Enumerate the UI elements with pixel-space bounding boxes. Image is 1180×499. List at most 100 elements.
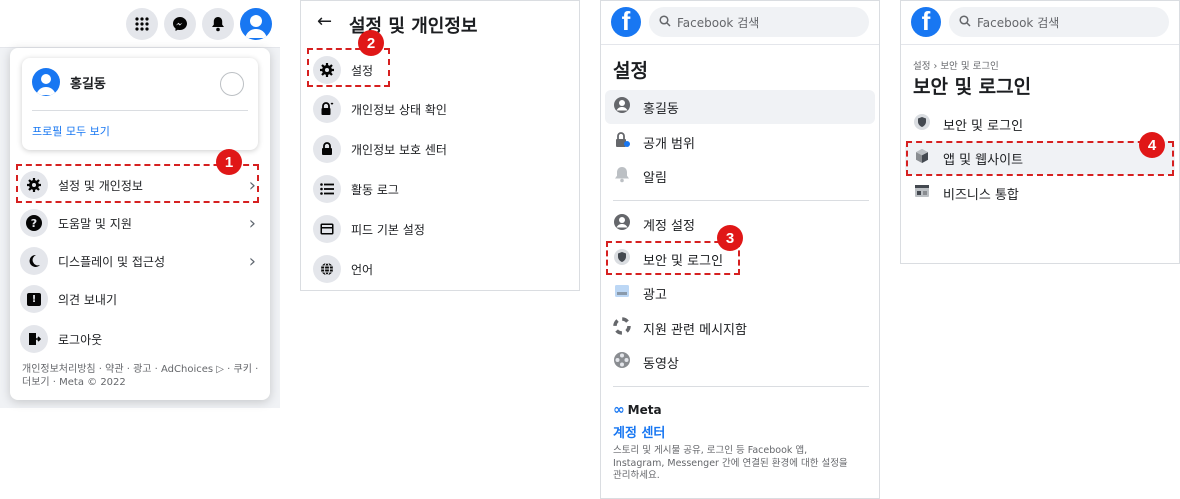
shield-icon	[913, 113, 931, 135]
security-item-security-login[interactable]: 보안 및 로그인	[905, 107, 1175, 141]
section-divider	[613, 386, 869, 387]
menu-item-label: 로그아웃	[58, 332, 103, 347]
settings-item-label: 홍길동	[643, 101, 679, 117]
person-icon	[613, 96, 631, 118]
see-all-profiles-link[interactable]: 프로필 모두 보기	[32, 123, 110, 139]
search-input[interactable]: Facebook 검색	[649, 7, 869, 37]
search-icon	[659, 14, 671, 30]
logout-icon	[20, 325, 48, 353]
description-line: 관리하세요.	[613, 470, 660, 481]
step-badge-4: 4	[1139, 132, 1165, 158]
menu-item-language[interactable]: 언어	[313, 252, 373, 286]
menu-item-label: 의견 보내기	[58, 292, 118, 307]
list-icon	[313, 175, 341, 203]
settings-item-label: 계정 설정	[643, 218, 695, 234]
chevron-right-icon: ›	[248, 212, 256, 234]
panel-settings-privacy: ← 설정 및 개인정보 설정 개인정보 상태 확인 개인정보 보호 센터 활동 …	[300, 0, 580, 291]
menu-item-feed-preferences[interactable]: 피드 기본 설정	[313, 212, 425, 246]
profile-row[interactable]: 홍길동	[32, 68, 106, 96]
settings-item-label: 동영상	[643, 356, 679, 372]
search-input[interactable]: Facebook 검색	[949, 7, 1169, 37]
menu-item-activity-log[interactable]: 활동 로그	[313, 172, 399, 206]
section-divider	[613, 200, 869, 201]
lock-heart-icon	[313, 95, 341, 123]
lifebuoy-icon	[613, 317, 631, 339]
security-item-label: 비즈니스 통합	[943, 187, 1019, 203]
footer-links: 개인정보처리방침 · 약관 · 광고 · AdChoices ▷ · 쿠키 · …	[22, 363, 258, 389]
panel-account-menu: 홍길동 프로필 모두 보기 설정 및 개인정보 › ? 도움말 및 지원 › 디…	[0, 0, 280, 408]
menu-item-logout[interactable]: 로그아웃	[20, 322, 260, 356]
film-reel-icon	[613, 351, 631, 373]
profile-avatar-button[interactable]	[240, 8, 272, 40]
panel-security-login: f Facebook 검색 설정 › 보안 및 로그인 보안 및 로그인 보안 …	[900, 0, 1180, 264]
settings-item-profile[interactable]: 홍길동	[605, 90, 875, 124]
notification-bell-icon[interactable]	[202, 8, 234, 40]
chevron-right-icon: ›	[248, 250, 256, 272]
meta-logo: ∞ Meta	[613, 402, 662, 418]
security-item-label: 보안 및 로그인	[943, 118, 1024, 134]
profile-name: 홍길동	[70, 76, 106, 92]
settings-item-audience[interactable]: 공개 범위	[605, 125, 875, 159]
settings-item-label: 광고	[643, 287, 667, 303]
business-integration-icon	[913, 182, 931, 204]
step-badge-1: 1	[216, 149, 242, 175]
settings-item-notifications[interactable]: 알림	[605, 159, 875, 193]
lock-person-icon	[613, 131, 631, 153]
menu-item-label: 개인정보 보호 센터	[351, 142, 447, 157]
moon-icon	[20, 247, 48, 275]
menu-item-label: 개인정보 상태 확인	[351, 102, 447, 117]
menu-item-label: 활동 로그	[351, 182, 399, 197]
settings-item-label: 알림	[643, 170, 667, 186]
facebook-logo-icon[interactable]: f	[911, 7, 941, 37]
menu-item-label: 언어	[351, 262, 374, 277]
settings-item-ads[interactable]: 광고	[605, 276, 875, 310]
feedback-icon: !	[20, 285, 48, 313]
step-badge-3: 3	[717, 225, 743, 251]
menu-item-label: 피드 기본 설정	[351, 222, 425, 237]
lock-icon	[313, 135, 341, 163]
search-placeholder: Facebook 검색	[677, 15, 760, 30]
highlight-apps-websites	[906, 141, 1174, 176]
menu-item-help-support[interactable]: ? 도움말 및 지원 ›	[20, 206, 260, 240]
menu-item-privacy-center[interactable]: 개인정보 보호 센터	[313, 132, 447, 166]
search-icon	[959, 14, 971, 30]
security-item-business-integrations[interactable]: 비즈니스 통합	[905, 176, 1175, 210]
settings-item-support-inbox[interactable]: 지원 관련 메시지함	[605, 311, 875, 345]
meta-infinity-icon: ∞	[613, 402, 625, 418]
settings-item-label: 지원 관련 메시지함	[643, 322, 747, 338]
messenger-icon[interactable]	[164, 8, 196, 40]
profile-card-divider	[32, 110, 248, 111]
menu-item-privacy-checkup[interactable]: 개인정보 상태 확인	[313, 92, 447, 126]
menu-item-label: 디스플레이 및 접근성	[58, 254, 165, 269]
meta-brand-text: Meta	[627, 403, 662, 417]
ads-icon	[613, 282, 631, 304]
avatar	[32, 68, 60, 96]
menu-item-label: 도움말 및 지원	[58, 216, 132, 231]
account-dropdown: 홍길동 프로필 모두 보기 설정 및 개인정보 › ? 도움말 및 지원 › 디…	[10, 48, 270, 400]
description-line: 스토리 및 게시물 공유, 로그인 등 Facebook 앱,	[613, 445, 808, 456]
account-person-icon	[613, 213, 631, 235]
breadcrumb: 설정 › 보안 및 로그인	[913, 61, 999, 72]
description-line: Instagram, Messenger 간에 연결된 환경에 대한 설정을	[613, 457, 848, 469]
account-center-description: 스토리 및 게시물 공유, 로그인 등 Facebook 앱, Instagra…	[613, 445, 848, 483]
help-icon: ?	[20, 209, 48, 237]
profile-card: 홍길동 프로필 모두 보기	[22, 58, 258, 150]
account-center-link[interactable]: 계정 센터	[613, 422, 665, 441]
bell-icon	[613, 165, 631, 187]
feed-icon	[313, 215, 341, 243]
menu-item-display-accessibility[interactable]: 디스플레이 및 접근성 ›	[20, 244, 260, 278]
settings-item-label: 공개 범위	[643, 136, 695, 152]
menu-item-send-feedback[interactable]: ! 의견 보내기	[20, 282, 260, 316]
back-arrow-icon[interactable]: ←	[317, 11, 332, 32]
globe-icon	[313, 255, 341, 283]
facebook-logo-icon[interactable]: f	[611, 7, 641, 37]
page-title: 설정	[613, 60, 648, 82]
step-badge-2: 2	[358, 30, 384, 56]
footer-line-1: 개인정보처리방침 · 약관 · 광고 · AdChoices ▷ · 쿠키 ·	[22, 364, 259, 375]
menu-grid-icon[interactable]	[126, 8, 158, 40]
settings-item-videos[interactable]: 동영상	[605, 345, 875, 379]
footer-line-2: 더보기 · Meta © 2022	[22, 377, 126, 388]
switch-profile-icon[interactable]	[220, 72, 244, 96]
search-placeholder: Facebook 검색	[977, 15, 1060, 30]
page-title: 보안 및 로그인	[913, 76, 1032, 98]
